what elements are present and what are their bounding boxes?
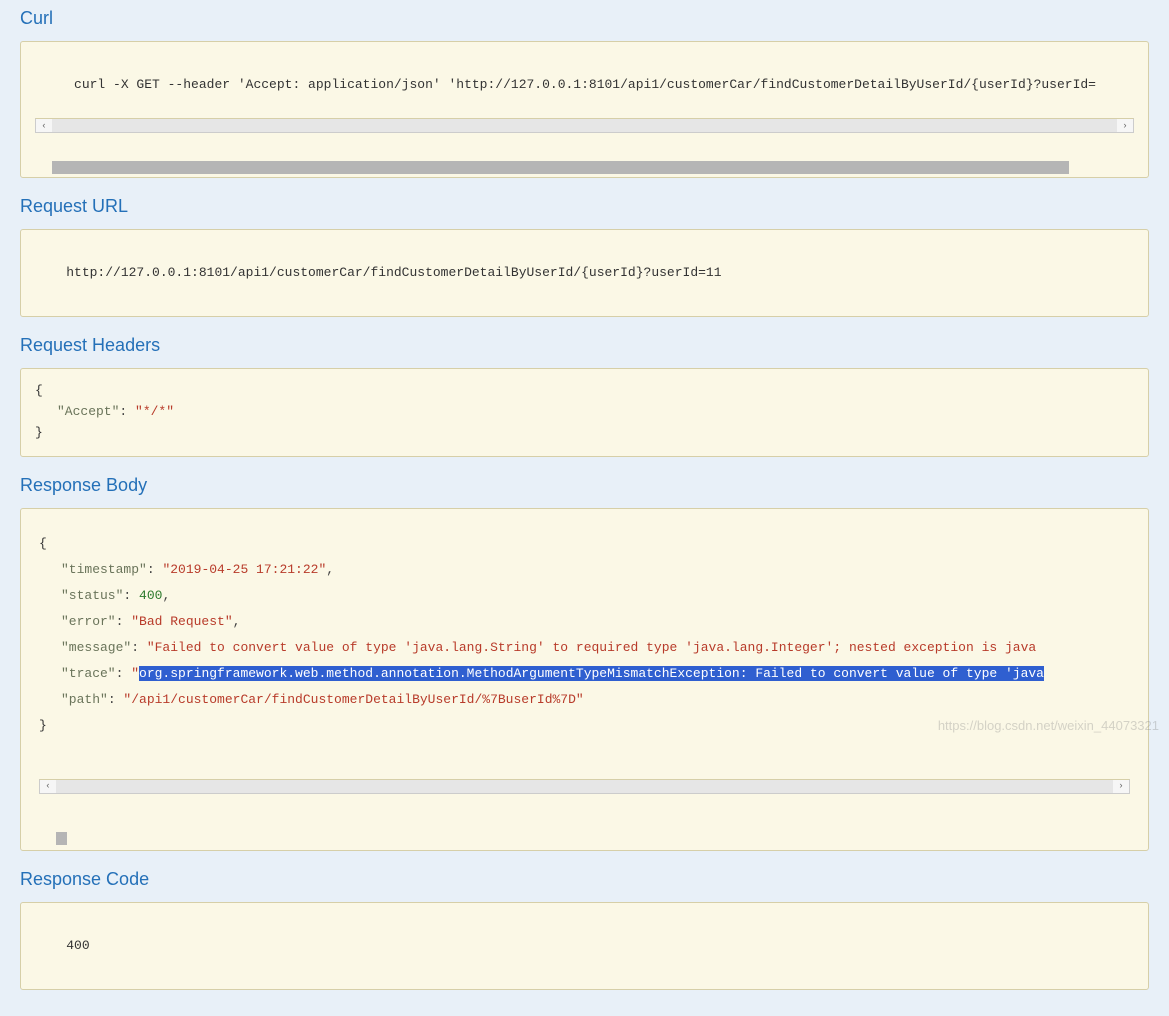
response-code-text: 400: [66, 938, 89, 953]
ts-val: "2019-04-25 17:21:22": [162, 562, 326, 577]
response-code-code[interactable]: 400: [20, 902, 1149, 990]
response-body-title: Response Body: [20, 475, 1149, 496]
json-close: }: [39, 718, 47, 733]
message-key: "message": [61, 640, 131, 655]
curl-code-text: curl -X GET --header 'Accept: applicatio…: [66, 77, 1096, 92]
request-headers-title: Request Headers: [20, 335, 1149, 356]
path-key: "path": [61, 692, 108, 707]
request-url-code[interactable]: http://127.0.0.1:8101/api1/customerCar/f…: [20, 229, 1149, 317]
scroll-left-icon[interactable]: ‹: [36, 119, 52, 132]
curl-title: Curl: [20, 8, 1149, 29]
request-url-text: http://127.0.0.1:8101/api1/customerCar/f…: [66, 265, 721, 280]
scroll-thumb[interactable]: [52, 161, 1069, 174]
curl-section: Curl curl -X GET --header 'Accept: appli…: [20, 8, 1149, 178]
curl-code[interactable]: curl -X GET --header 'Accept: applicatio…: [20, 41, 1149, 178]
request-headers-code[interactable]: { "Accept": "*/*" }: [20, 368, 1149, 456]
trace-highlight: org.springframework.web.method.annotatio…: [139, 666, 1044, 681]
scroll-track[interactable]: [56, 780, 1113, 793]
response-body-code[interactable]: { "timestamp": "2019-04-25 17:21:22", "s…: [20, 508, 1149, 851]
message-val: "Failed to convert value of type 'java.l…: [147, 640, 1036, 655]
error-val: "Bad Request": [131, 614, 232, 629]
response-code-title: Response Code: [20, 869, 1149, 890]
request-url-title: Request URL: [20, 196, 1149, 217]
json-open: {: [35, 383, 43, 398]
scroll-left-icon[interactable]: ‹: [40, 780, 56, 793]
request-headers-section: Request Headers { "Accept": "*/*" }: [20, 335, 1149, 456]
ts-key: "timestamp": [61, 562, 147, 577]
json-close: }: [35, 425, 43, 440]
trace-key: "trace": [61, 666, 116, 681]
scroll-right-icon[interactable]: ›: [1117, 119, 1133, 132]
response-code-section: Response Code 400: [20, 869, 1149, 990]
json-open: {: [39, 536, 47, 551]
scroll-right-icon[interactable]: ›: [1113, 780, 1129, 793]
scroll-thumb[interactable]: [56, 832, 67, 845]
response-body-scrollbar[interactable]: ‹ ›: [39, 779, 1130, 794]
accept-val: "*/*": [135, 404, 174, 419]
accept-key: "Accept": [57, 404, 119, 419]
trace-val-pre: ": [131, 666, 139, 681]
response-body-section: Response Body { "timestamp": "2019-04-25…: [20, 475, 1149, 851]
path-val: "/api1/customerCar/findCustomerDetailByU…: [123, 692, 583, 707]
curl-scrollbar[interactable]: ‹ ›: [35, 118, 1134, 133]
status-key: "status": [61, 588, 123, 603]
status-val: 400: [139, 588, 162, 603]
error-key: "error": [61, 614, 116, 629]
request-url-section: Request URL http://127.0.0.1:8101/api1/c…: [20, 196, 1149, 317]
scroll-track[interactable]: [52, 119, 1117, 132]
